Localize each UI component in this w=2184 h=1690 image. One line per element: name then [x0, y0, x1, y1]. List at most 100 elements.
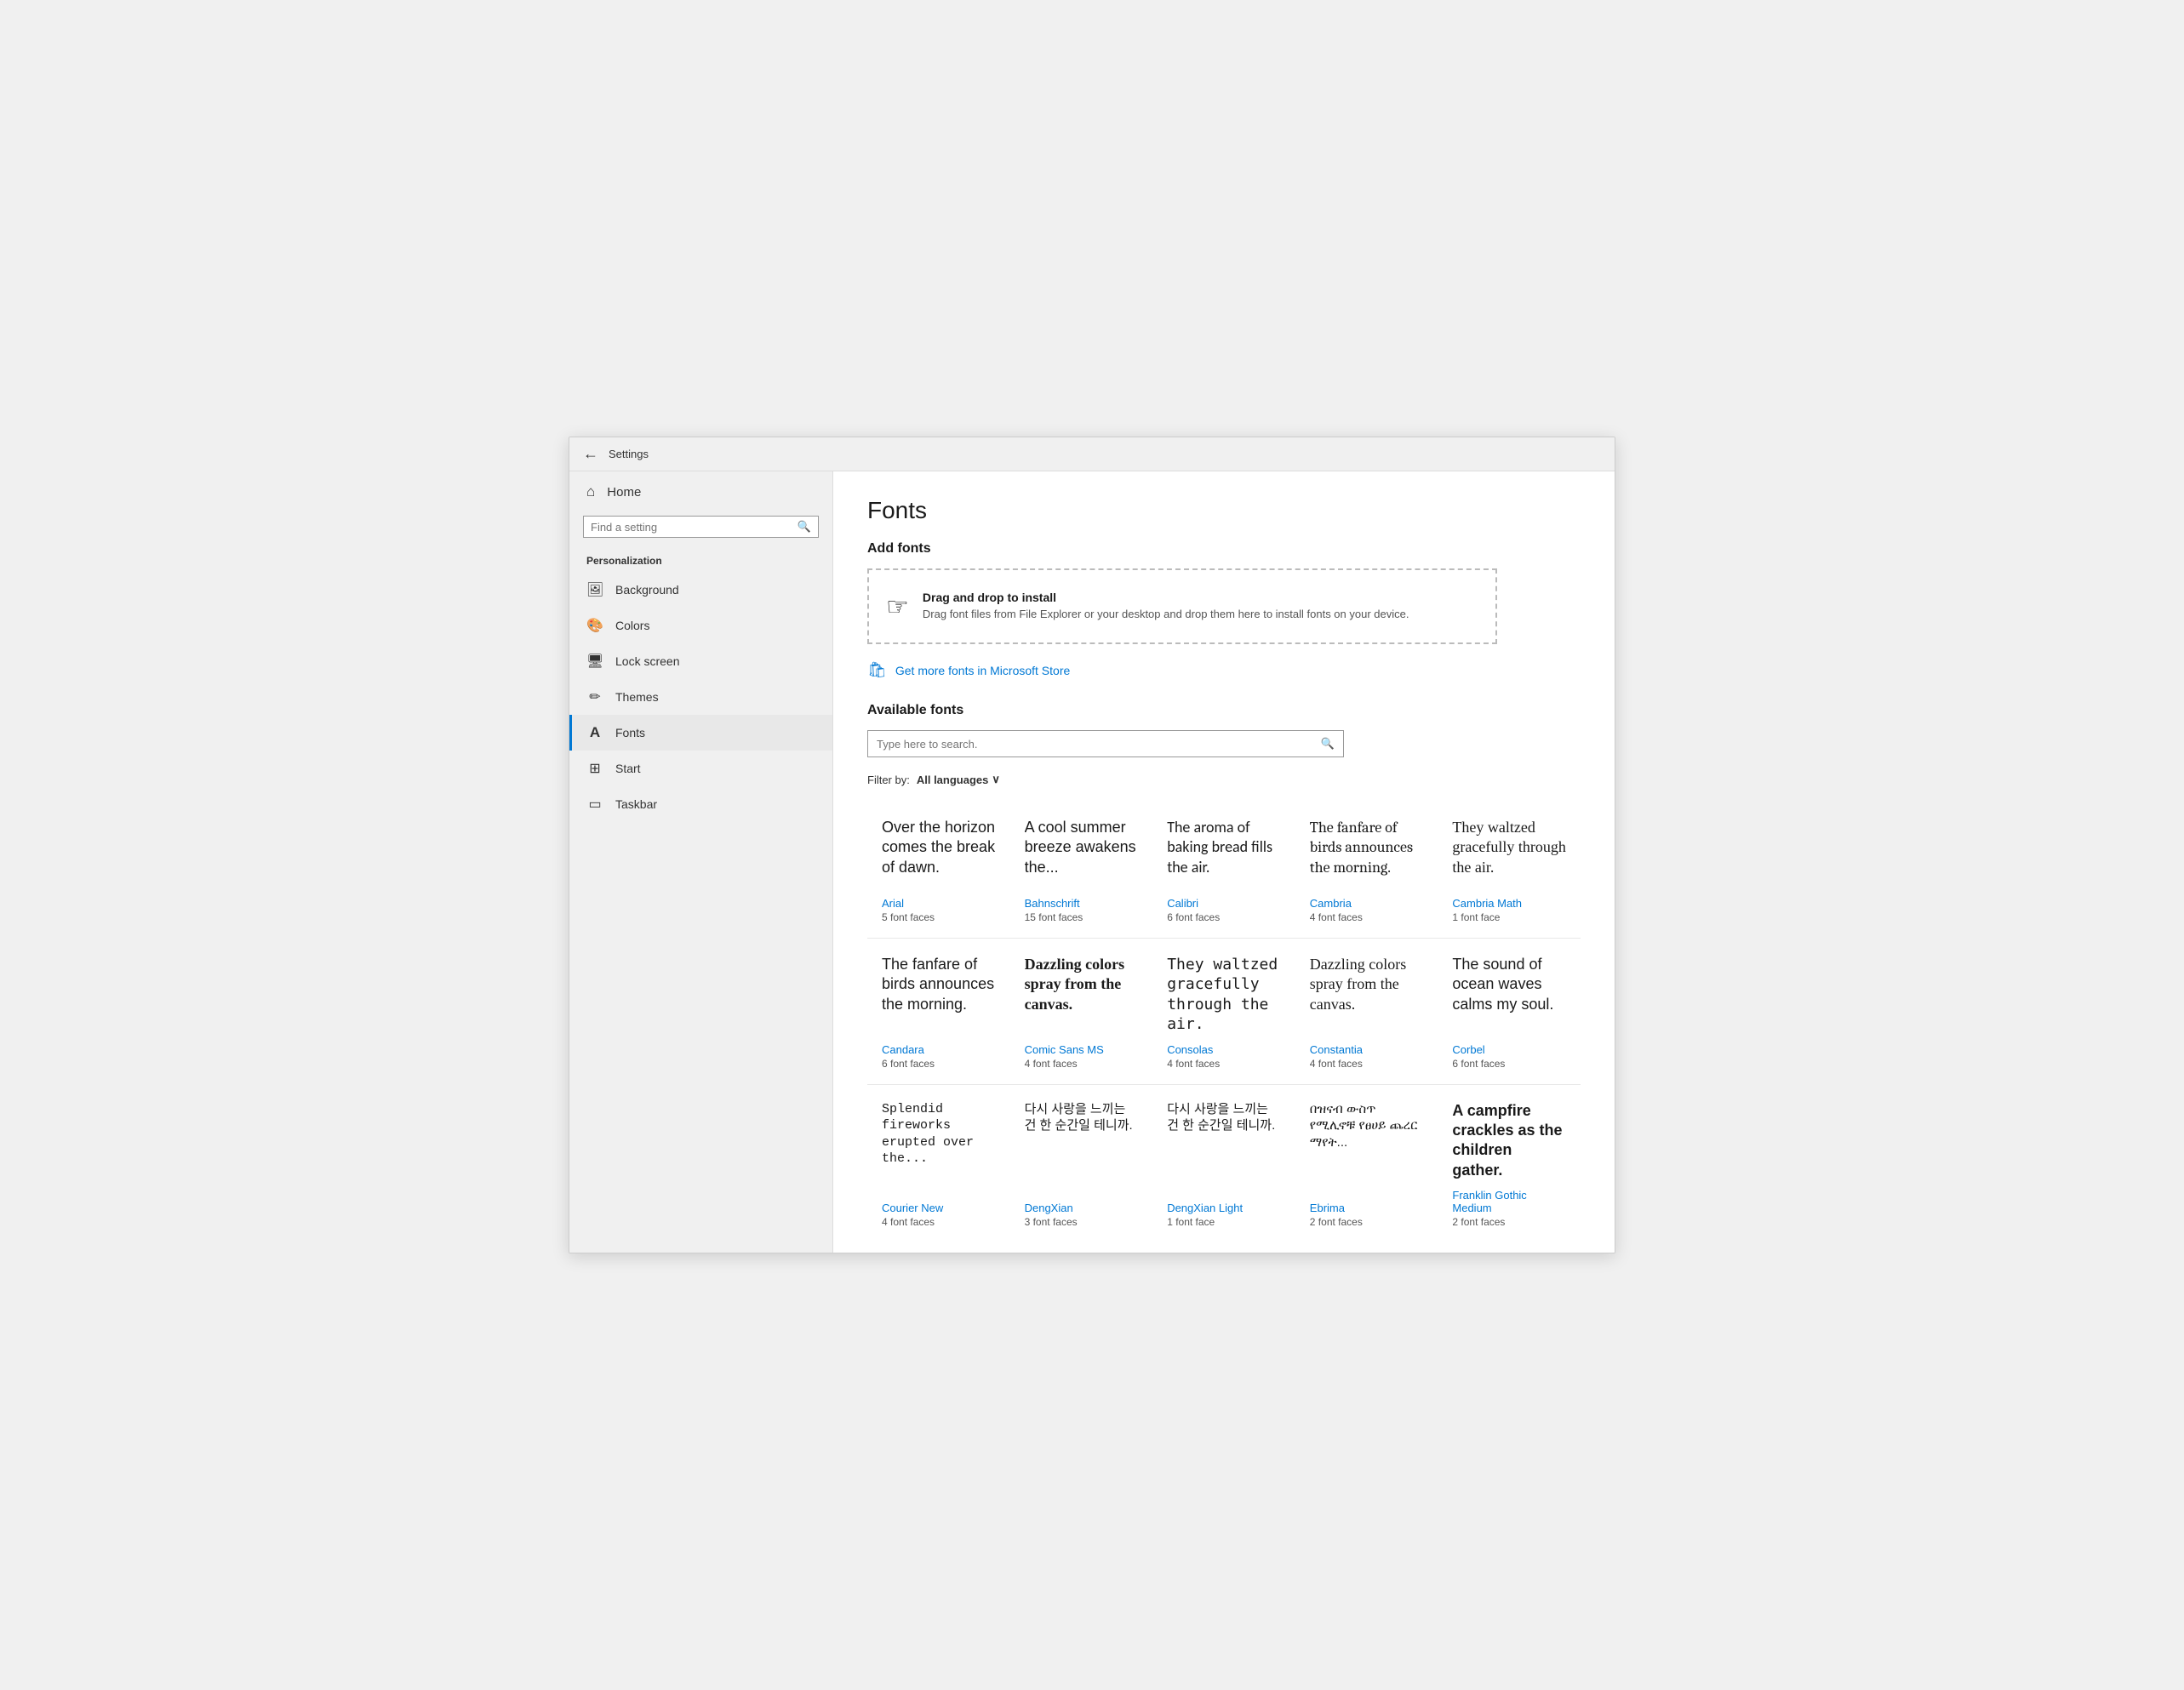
sidebar-item-fonts[interactable]: A Fonts [569, 715, 832, 751]
font-card-bahnschrift[interactable]: A cool summer breeze awakens the... Bahn… [1010, 802, 1153, 938]
font-preview: 다시 사랑을 느끼는 건 한 순간일 테니까. [1167, 1101, 1281, 1194]
home-icon: ⌂ [586, 483, 595, 500]
font-preview: Dazzling colors spray from the canvas. [1310, 955, 1424, 1035]
sidebar-item-themes[interactable]: ✏ Themes [569, 679, 832, 715]
font-name: Calibri [1167, 897, 1281, 910]
sidebar-item-colors[interactable]: 🎨 Colors [569, 608, 832, 643]
back-button[interactable]: ← [583, 445, 598, 463]
available-fonts-section-title: Available fonts [867, 703, 1581, 718]
drop-zone-main-text: Drag and drop to install [923, 591, 1409, 604]
font-card-comic-sans[interactable]: Dazzling colors spray from the canvas. C… [1010, 939, 1153, 1084]
filter-label: Filter by: [867, 774, 910, 786]
font-card-cambria-math[interactable]: They waltzed gracefully through the air.… [1438, 802, 1581, 938]
font-card-dengxian[interactable]: 다시 사랑을 느끼는 건 한 순간일 테니까. DengXian 3 font … [1010, 1085, 1153, 1243]
font-card-dengxian-light[interactable]: 다시 사랑을 느끼는 건 한 순간일 테니까. DengXian Light 1… [1152, 1085, 1295, 1243]
font-search-input[interactable] [877, 738, 1321, 751]
drop-zone[interactable]: ☞ Drag and drop to install Drag font fil… [867, 568, 1497, 644]
sidebar-item-label: Start [615, 762, 641, 775]
sidebar-home[interactable]: ⌂ Home [569, 471, 832, 512]
font-card-consolas[interactable]: They waltzed gracefully through the air.… [1152, 939, 1295, 1084]
font-preview: The fanfare of birds announces the morni… [882, 955, 996, 1035]
font-faces: 1 font face [1452, 911, 1566, 923]
font-search-icon: 🔍 [1321, 737, 1335, 751]
search-icon: 🔍 [798, 520, 811, 534]
font-name: Comic Sans MS [1025, 1043, 1139, 1056]
font-preview: Dazzling colors spray from the canvas. [1025, 955, 1139, 1035]
page-title: Fonts [867, 497, 1581, 524]
font-preview: Splendid fireworks erupted over the... [882, 1101, 996, 1194]
start-icon: ⊞ [586, 760, 603, 777]
font-faces: 2 font faces [1310, 1216, 1424, 1228]
font-card-courier-new[interactable]: Splendid fireworks erupted over the... C… [867, 1085, 1010, 1243]
titlebar-title: Settings [609, 448, 649, 460]
chevron-down-icon: ∨ [992, 773, 1000, 786]
font-card-ebrima[interactable]: በዝናብ ውስጥ የሚሊኖቹ የፀሀይ ጨረር ማየት... Ebrima 2 … [1295, 1085, 1438, 1243]
font-name: Candara [882, 1043, 996, 1056]
font-name: Courier New [882, 1202, 996, 1214]
sidebar-item-taskbar[interactable]: ▭ Taskbar [569, 786, 832, 822]
font-preview: A campfire crackles as the children gath… [1452, 1101, 1566, 1181]
font-faces: 2 font faces [1452, 1216, 1566, 1228]
font-faces: 6 font faces [882, 1058, 996, 1070]
sidebar-item-label: Themes [615, 690, 659, 704]
font-preview: The fanfare of birds announces the morni… [1310, 818, 1424, 888]
font-preview: The sound of ocean waves calms my soul. [1452, 955, 1566, 1035]
sidebar-item-background[interactable]: 🖼 Background [569, 572, 832, 608]
font-card-constantia[interactable]: Dazzling colors spray from the canvas. C… [1295, 939, 1438, 1084]
home-label: Home [607, 485, 641, 500]
font-card-corbel[interactable]: The sound of ocean waves calms my soul. … [1438, 939, 1581, 1084]
font-faces: 4 font faces [1310, 911, 1424, 923]
sidebar-item-lock-screen[interactable]: 🖥 Lock screen [569, 643, 832, 679]
font-name: Franklin Gothic Medium [1452, 1189, 1566, 1214]
app-window: ← Settings ⌂ Home 🔍 Personalization 🖼 Ba… [569, 437, 1615, 1253]
font-faces: 4 font faces [1167, 1058, 1281, 1070]
lock-screen-icon: 🖥 [586, 653, 603, 670]
search-input[interactable] [591, 521, 798, 534]
font-faces: 6 font faces [1452, 1058, 1566, 1070]
ms-store-icon: 🛍 [867, 661, 887, 679]
font-faces: 5 font faces [882, 911, 996, 923]
drop-zone-sub-text: Drag font files from File Explorer or yo… [923, 608, 1409, 620]
font-name: Ebrima [1310, 1202, 1424, 1214]
font-faces: 15 font faces [1025, 911, 1139, 923]
themes-icon: ✏ [586, 688, 603, 705]
filter-row: Filter by: All languages ∨ [867, 773, 1581, 786]
font-faces: 4 font faces [882, 1216, 996, 1228]
font-name: Corbel [1452, 1043, 1566, 1056]
sidebar-item-start[interactable]: ⊞ Start [569, 751, 832, 786]
font-card-cambria[interactable]: The fanfare of birds announces the morni… [1295, 802, 1438, 938]
font-name: Consolas [1167, 1043, 1281, 1056]
main-content: Fonts Add fonts ☞ Drag and drop to insta… [833, 471, 1615, 1253]
font-preview: Over the horizon comes the break of dawn… [882, 818, 996, 888]
font-card-candara[interactable]: The fanfare of birds announces the morni… [867, 939, 1010, 1084]
sidebar: ⌂ Home 🔍 Personalization 🖼 Background 🎨 … [569, 471, 833, 1253]
sidebar-search-box[interactable]: 🔍 [583, 516, 819, 538]
titlebar: ← Settings [569, 437, 1615, 471]
font-search-box[interactable]: 🔍 [867, 730, 1344, 757]
font-card-arial[interactable]: Over the horizon comes the break of dawn… [867, 802, 1010, 938]
font-preview: A cool summer breeze awakens the... [1025, 818, 1139, 888]
font-name: DengXian [1025, 1202, 1139, 1214]
font-name: Cambria Math [1452, 897, 1566, 910]
font-name: Arial [882, 897, 996, 910]
fonts-icon: A [586, 724, 603, 741]
font-card-franklin-gothic[interactable]: A campfire crackles as the children gath… [1438, 1085, 1581, 1243]
content-area: ⌂ Home 🔍 Personalization 🖼 Background 🎨 … [569, 471, 1615, 1253]
colors-icon: 🎨 [586, 617, 603, 634]
ms-store-link[interactable]: 🛍 Get more fonts in Microsoft Store [867, 661, 1581, 679]
font-preview: They waltzed gracefully through the air. [1167, 955, 1281, 1035]
font-preview: They waltzed gracefully through the air. [1452, 818, 1566, 888]
add-fonts-section-title: Add fonts [867, 541, 1581, 557]
sidebar-section-title: Personalization [569, 548, 832, 572]
filter-dropdown[interactable]: All languages ∨ [917, 773, 1000, 786]
sidebar-item-label: Lock screen [615, 654, 679, 668]
font-name: Cambria [1310, 897, 1424, 910]
font-preview: በዝናብ ውስጥ የሚሊኖቹ የፀሀይ ጨረር ማየት... [1310, 1101, 1424, 1194]
sidebar-item-label: Colors [615, 619, 649, 632]
font-name: Bahnschrift [1025, 897, 1139, 910]
font-card-calibri[interactable]: The aroma of baking bread fills the air.… [1152, 802, 1295, 938]
background-icon: 🖼 [586, 581, 603, 598]
font-faces: 3 font faces [1025, 1216, 1139, 1228]
font-faces: 4 font faces [1025, 1058, 1139, 1070]
sidebar-item-label: Fonts [615, 726, 645, 739]
